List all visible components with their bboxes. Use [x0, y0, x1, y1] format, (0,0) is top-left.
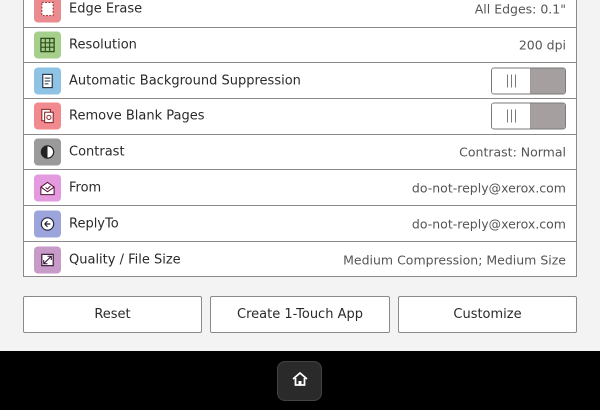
- toggle-handle: [492, 68, 531, 94]
- setting-label: Contrast: [69, 144, 125, 160]
- setting-value: do-not-reply@xerox.com: [411, 180, 566, 196]
- setting-value: do-not-reply@xerox.com: [411, 216, 566, 232]
- setting-row-background-suppression[interactable]: Automatic Background Suppression: [24, 63, 576, 100]
- background-suppression-icon: [34, 67, 61, 95]
- setting-label: Quality / File Size: [69, 252, 181, 268]
- setting-row-contrast[interactable]: Contrast Contrast: Normal: [24, 135, 576, 171]
- toggle-track: [531, 68, 565, 94]
- toggle-handle: [492, 103, 531, 129]
- setting-value: Medium Compression; Medium Size: [343, 252, 566, 268]
- setting-row-from[interactable]: From do-not-reply@xerox.com: [24, 171, 576, 207]
- resolution-grid-icon: [34, 31, 61, 59]
- reply-icon: [34, 210, 61, 238]
- envelope-from-icon: [34, 174, 61, 202]
- quality-file-size-icon: [34, 246, 61, 274]
- setting-value: All Edges: 0.1": [474, 1, 566, 17]
- home-icon: [291, 370, 309, 392]
- setting-row-quality-file-size[interactable]: Quality / File Size Medium Compression; …: [24, 242, 576, 278]
- create-1-touch-app-button[interactable]: Create 1-Touch App: [210, 296, 390, 333]
- setting-label: Automatic Background Suppression: [69, 73, 301, 89]
- background-suppression-toggle[interactable]: [491, 67, 566, 95]
- setting-label: From: [69, 180, 102, 196]
- reset-button[interactable]: Reset: [23, 296, 202, 333]
- customize-button[interactable]: Customize: [398, 296, 577, 333]
- bottom-navigation-bar: [0, 351, 600, 410]
- edge-erase-icon: [34, 0, 61, 23]
- remove-blank-pages-toggle[interactable]: [491, 102, 566, 130]
- contrast-icon: [34, 138, 61, 166]
- setting-row-reply-to[interactable]: ReplyTo do-not-reply@xerox.com: [24, 206, 576, 242]
- setting-row-remove-blank-pages[interactable]: Remove Blank Pages: [24, 99, 576, 135]
- scan-settings-screen: Edge Erase All Edges: 0.1" Resolution 20…: [0, 0, 600, 351]
- remove-blank-pages-icon: [34, 102, 61, 130]
- setting-row-resolution[interactable]: Resolution 200 dpi: [24, 28, 576, 64]
- setting-row-edge-erase[interactable]: Edge Erase All Edges: 0.1": [24, 0, 576, 28]
- setting-value: Contrast: Normal: [459, 144, 566, 160]
- setting-value: 200 dpi: [518, 37, 566, 53]
- home-button[interactable]: [277, 361, 322, 401]
- toggle-track: [531, 103, 565, 129]
- setting-label: Remove Blank Pages: [69, 108, 205, 124]
- setting-label: Resolution: [69, 37, 137, 53]
- setting-label: Edge Erase: [69, 1, 143, 17]
- setting-label: ReplyTo: [69, 216, 119, 232]
- settings-list: Edge Erase All Edges: 0.1" Resolution 20…: [23, 0, 577, 277]
